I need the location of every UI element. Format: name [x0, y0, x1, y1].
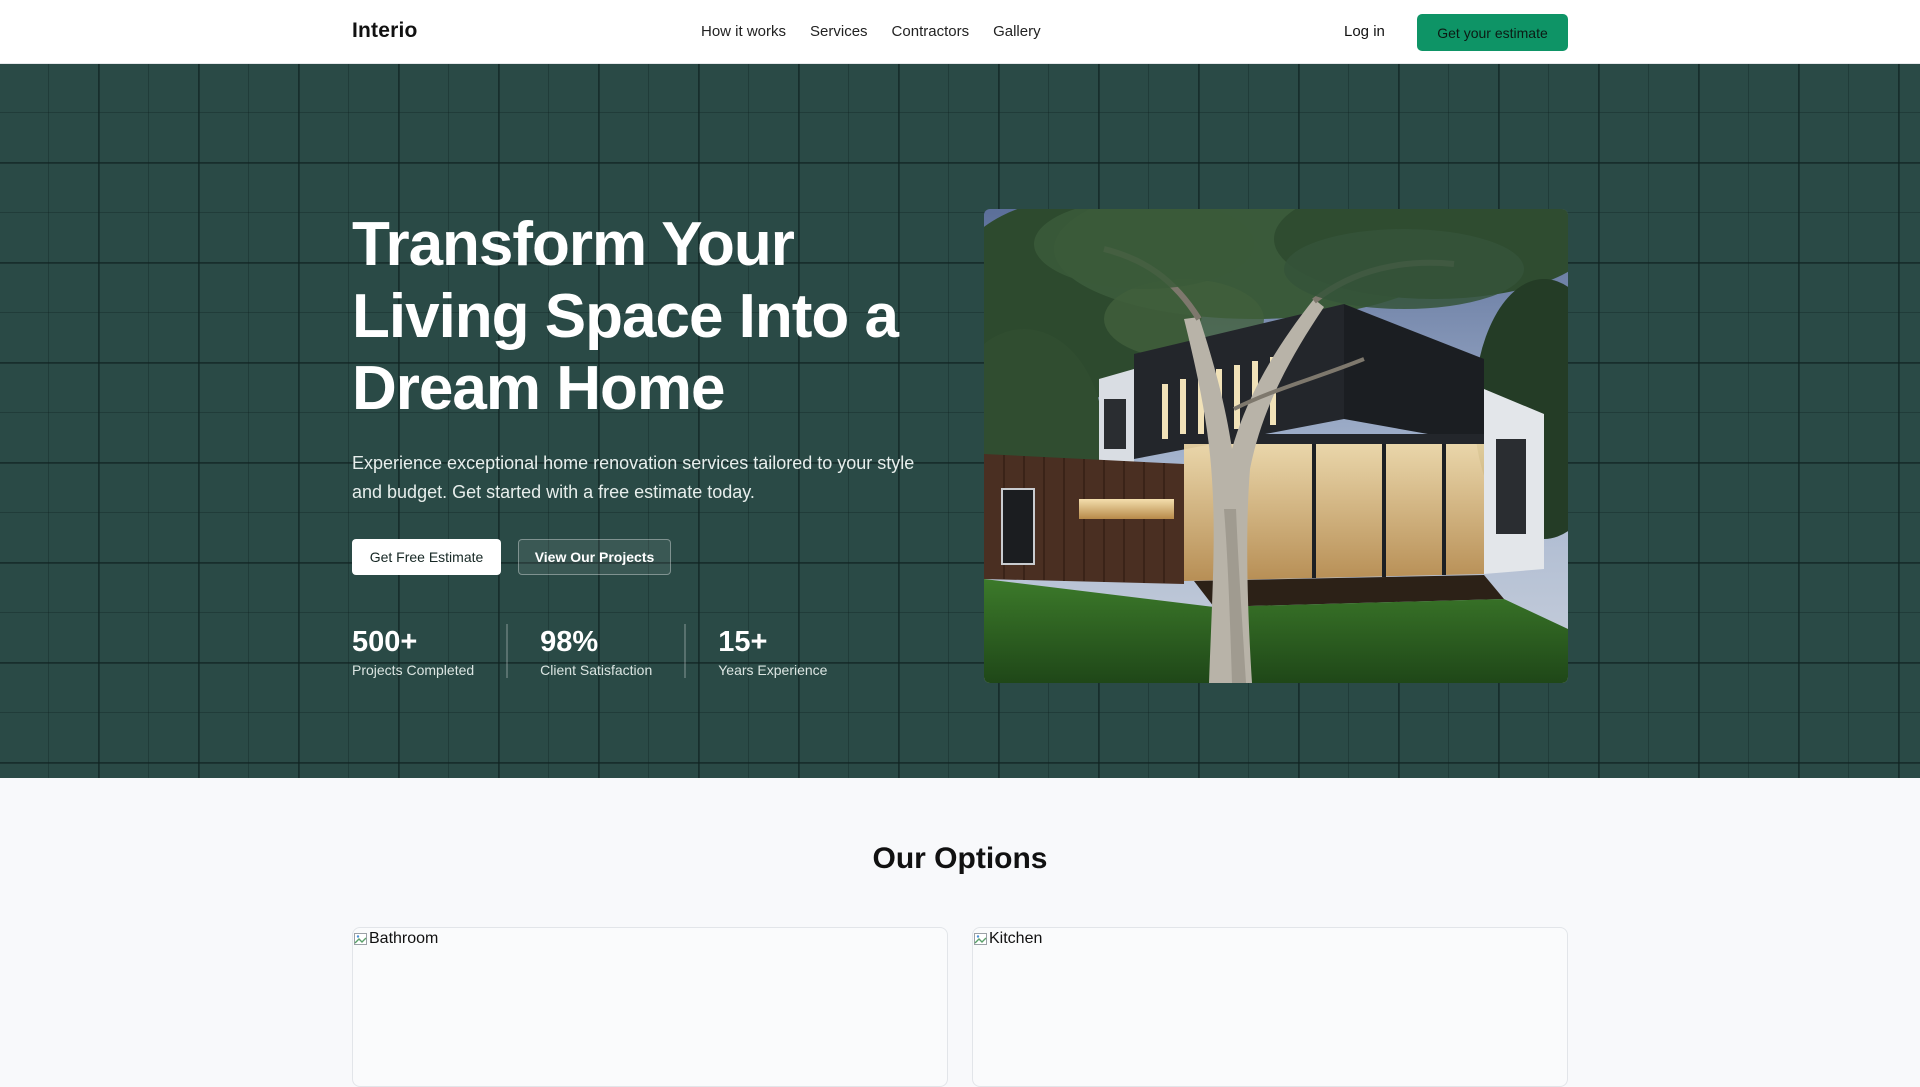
hero-house-photo: [984, 209, 1568, 683]
stat-label: Years Experience: [718, 662, 828, 678]
nav-services[interactable]: Services: [810, 23, 868, 40]
broken-image-bathroom: Bathroom: [353, 930, 438, 948]
options-section-title: Our Options: [872, 842, 1048, 875]
hero-title: Transform Your Living Space Into a Dream…: [352, 210, 899, 423]
main-nav: How it works Services Contractors Galler…: [701, 23, 1041, 40]
nav-how-it-works[interactable]: How it works: [701, 23, 786, 40]
hero-section: Transform Your Living Space Into a Dream…: [0, 64, 1920, 778]
image-alt-text: Kitchen: [989, 930, 1043, 947]
stat-value: 500+: [352, 626, 418, 658]
stat-projects: 500+ Projects Completed: [352, 624, 506, 678]
get-estimate-button[interactable]: Get your estimate: [1417, 14, 1568, 51]
stat-label: Projects Completed: [352, 662, 475, 678]
hero-stats: 500+ Projects Completed 98% Client Satis…: [352, 624, 859, 678]
stat-label: Client Satisfaction: [540, 662, 653, 678]
stat-satisfaction: 98% Client Satisfaction: [506, 624, 684, 678]
nav-contractors[interactable]: Contractors: [892, 23, 970, 40]
top-navbar: Interio How it works Services Contractor…: [0, 0, 1920, 64]
broken-image-icon: [974, 933, 987, 945]
stat-value: 15+: [718, 626, 768, 658]
brand-logo[interactable]: Interio: [352, 19, 418, 43]
hero-subtitle: Experience exceptional home renovation s…: [352, 453, 915, 502]
option-card-kitchen[interactable]: Kitchen: [972, 927, 1568, 1087]
image-alt-text: Bathroom: [369, 930, 439, 947]
nav-gallery[interactable]: Gallery: [993, 23, 1041, 40]
login-link[interactable]: Log in: [1344, 23, 1385, 40]
stat-value: 98%: [540, 626, 599, 658]
broken-image-icon: [354, 933, 367, 945]
free-estimate-button[interactable]: Get Free Estimate: [352, 539, 501, 575]
broken-image-kitchen: Kitchen: [973, 930, 1042, 948]
view-projects-button[interactable]: View Our Projects: [518, 539, 671, 575]
stat-experience: 15+ Years Experience: [684, 624, 859, 678]
option-card-bathroom[interactable]: Bathroom: [352, 927, 948, 1087]
